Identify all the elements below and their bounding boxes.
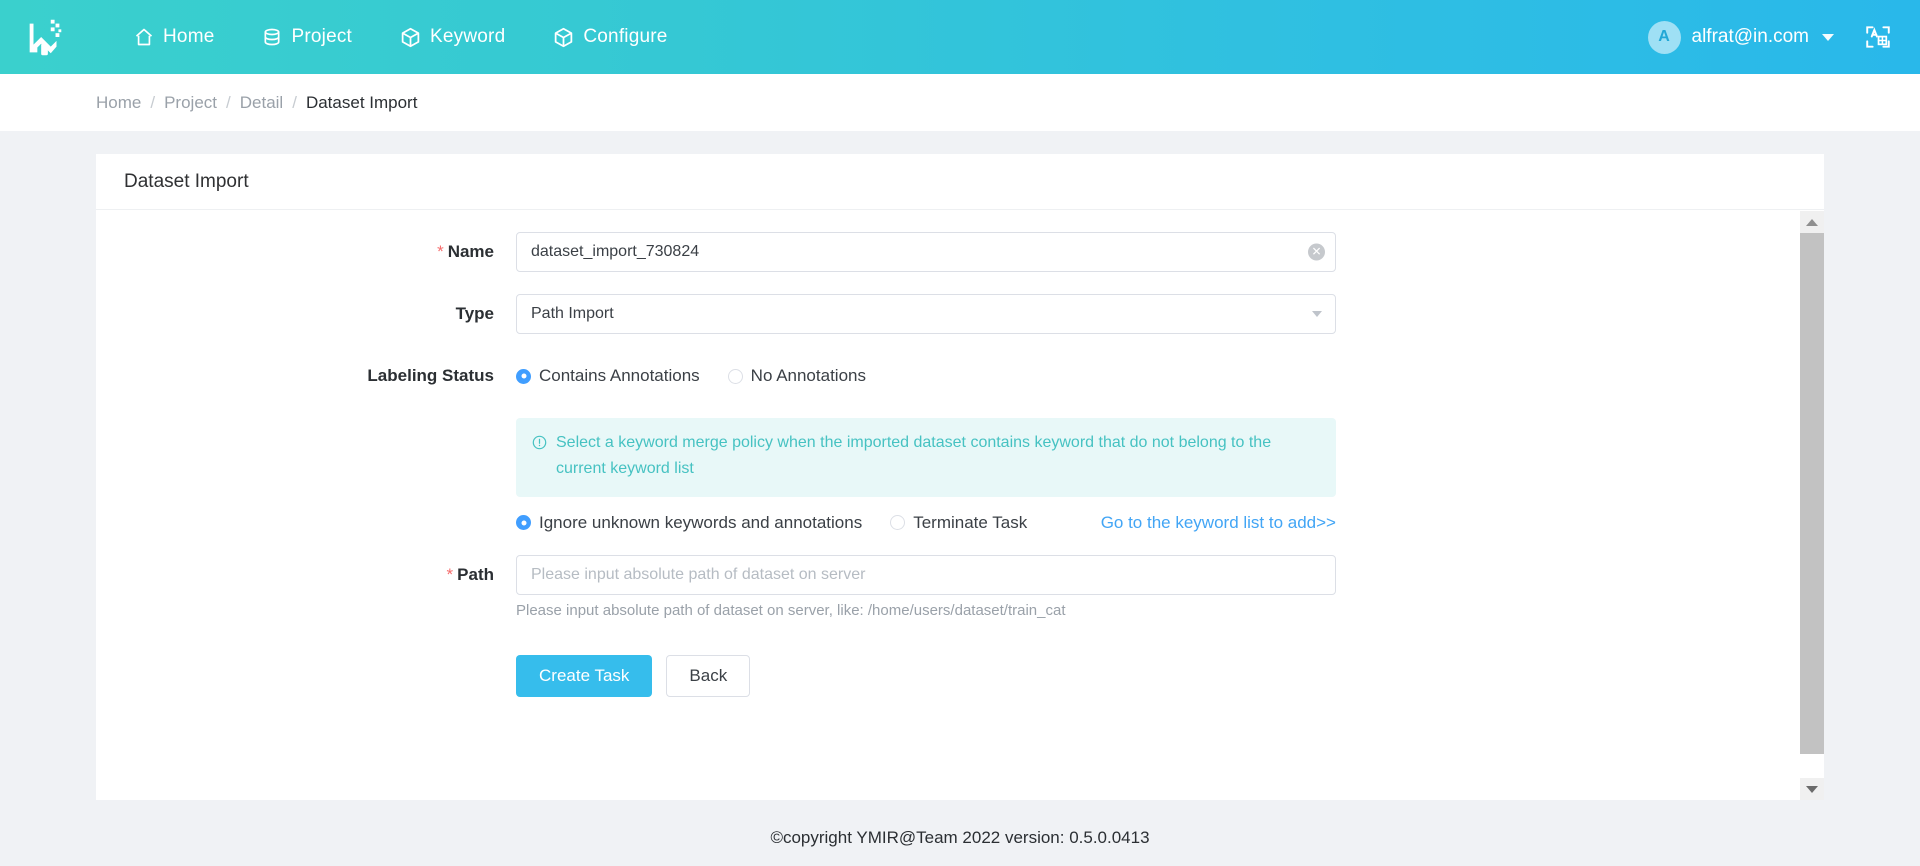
scrollbar-thumb[interactable] — [1800, 233, 1824, 754]
radio-label: Contains Annotations — [539, 366, 700, 385]
home-icon — [134, 27, 154, 47]
labeling-status-control: Contains Annotations No Annotations — [516, 356, 1336, 396]
radio-no-annotations[interactable]: No Annotations — [727, 366, 866, 386]
radio-terminate-task[interactable]: Terminate Task — [890, 513, 1027, 533]
scroll-up-button[interactable] — [1800, 211, 1824, 233]
name-input-wrap: ✕ — [516, 232, 1336, 272]
form-actions: Create Task Back — [516, 654, 1336, 697]
translate-icon[interactable] — [1864, 23, 1892, 51]
page-title: Dataset Import — [124, 170, 249, 192]
scroll-down-button[interactable] — [1800, 778, 1824, 800]
avatar: A — [1647, 20, 1681, 54]
type-select-value: Path Import — [531, 305, 614, 322]
path-label-text: Path — [457, 564, 494, 584]
footer-text: ©copyright YMIR@Team 2022 version: 0.5.0… — [770, 828, 1150, 847]
nav-item-label: Project — [291, 26, 353, 47]
name-label: * Name — [96, 232, 516, 272]
back-button[interactable]: Back — [666, 654, 751, 697]
chevron-down-icon — [1822, 33, 1834, 41]
user-menu[interactable]: A alfrat@in.com — [1647, 20, 1834, 54]
radio-contains-annotations[interactable]: Contains Annotations — [516, 366, 700, 386]
form-row-name: *Name ✕ — [96, 232, 1824, 272]
database-icon — [262, 27, 282, 47]
app-header: Home Project Keyword Configure A alfrat@… — [0, 0, 1920, 74]
page-content: Dataset Import *Name ✕ Type — [0, 132, 1920, 866]
cube-icon — [553, 27, 574, 48]
radio-ignore-unknown-keywords[interactable]: Ignore unknown keywords and annotations — [516, 513, 862, 533]
card-scrollbar[interactable] — [1800, 211, 1824, 800]
breadcrumb-separator: / — [292, 92, 297, 112]
radio-dot-icon — [727, 368, 743, 384]
form-row-merge-policy: Select a keyword merge policy when the i… — [96, 418, 1824, 533]
breadcrumb-item-dataset-import: Dataset Import — [305, 92, 418, 112]
dataset-import-card: Dataset Import *Name ✕ Type — [96, 154, 1824, 800]
path-input[interactable] — [516, 554, 1336, 595]
merge-policy-row: Ignore unknown keywords and annotations … — [516, 513, 1336, 533]
radio-dot-icon — [890, 515, 906, 531]
merge-policy-control: Select a keyword merge policy when the i… — [516, 418, 1336, 533]
keyword-list-link[interactable]: Go to the keyword list to add>> — [1101, 513, 1336, 533]
labeling-status-label: Labeling Status — [367, 366, 494, 385]
keyword-merge-alert-text: Select a keyword merge policy when the i… — [556, 434, 1272, 478]
type-label: Type — [455, 304, 494, 323]
required-marker: * — [446, 564, 454, 584]
labeling-status-radio-group: Contains Annotations No Annotations — [516, 356, 1336, 396]
path-help-text: Please input absolute path of dataset on… — [516, 601, 1066, 619]
form-row-labeling-status: Labeling Status Contains Annotations No … — [96, 356, 1824, 396]
radio-dot-icon — [516, 515, 531, 531]
user-email: alfrat@in.com — [1691, 26, 1810, 47]
triangle-down-icon — [1806, 785, 1818, 793]
card-header: Dataset Import — [96, 154, 1824, 210]
footer: ©copyright YMIR@Team 2022 version: 0.5.0… — [0, 810, 1920, 866]
radio-label: Ignore unknown keywords and annotations — [539, 512, 863, 532]
breadcrumb-item-project[interactable]: Project — [164, 93, 217, 113]
triangle-up-icon — [1806, 218, 1818, 226]
radio-label: Terminate Task — [913, 512, 1028, 532]
scrollbar-track[interactable] — [1800, 233, 1824, 778]
name-input[interactable] — [516, 232, 1336, 272]
main-nav: Home Project Keyword Configure — [110, 26, 692, 48]
nav-item-keyword[interactable]: Keyword — [376, 26, 529, 48]
breadcrumb: Home / Project / Detail / Dataset Import — [0, 74, 1920, 132]
type-select[interactable]: Path Import — [516, 294, 1336, 334]
breadcrumb-item-home[interactable]: Home — [96, 93, 141, 113]
name-label-text: Name — [447, 242, 494, 261]
info-circle-icon — [532, 433, 547, 459]
chevron-down-icon — [1312, 311, 1322, 317]
breadcrumb-separator: / — [150, 92, 156, 112]
breadcrumb-item-detail[interactable]: Detail — [240, 93, 283, 113]
nav-item-label: Keyword — [430, 26, 506, 47]
type-control: Path Import — [516, 294, 1336, 334]
nav-item-label: Home — [163, 26, 215, 47]
name-control: ✕ — [516, 232, 1336, 272]
required-marker: * — [437, 242, 444, 261]
nav-item-label: Configure — [583, 26, 668, 47]
ymir-logo-icon[interactable] — [18, 10, 72, 64]
nav-item-project[interactable]: Project — [238, 26, 376, 48]
create-task-button[interactable]: Create Task — [516, 654, 653, 697]
path-control: Please input absolute path of dataset on… — [516, 554, 1336, 697]
card-body: *Name ✕ Type Path Import — [96, 210, 1824, 800]
nav-item-configure[interactable]: Configure — [529, 26, 691, 48]
keyword-merge-alert: Select a keyword merge policy when the i… — [516, 418, 1336, 497]
path-label: * Path — [96, 555, 516, 595]
radio-dot-icon — [516, 368, 531, 384]
nav-item-home[interactable]: Home — [110, 26, 238, 48]
header-right-group: A alfrat@in.com — [1647, 20, 1893, 54]
radio-label: No Annotations — [750, 366, 866, 385]
clear-circle-icon[interactable]: ✕ — [1308, 243, 1325, 261]
cube-icon — [400, 27, 421, 48]
form-row-type: Type Path Import — [96, 294, 1824, 334]
form-row-path: * Path Please input absolute path of data… — [96, 554, 1824, 697]
breadcrumb-separator: / — [226, 92, 231, 112]
